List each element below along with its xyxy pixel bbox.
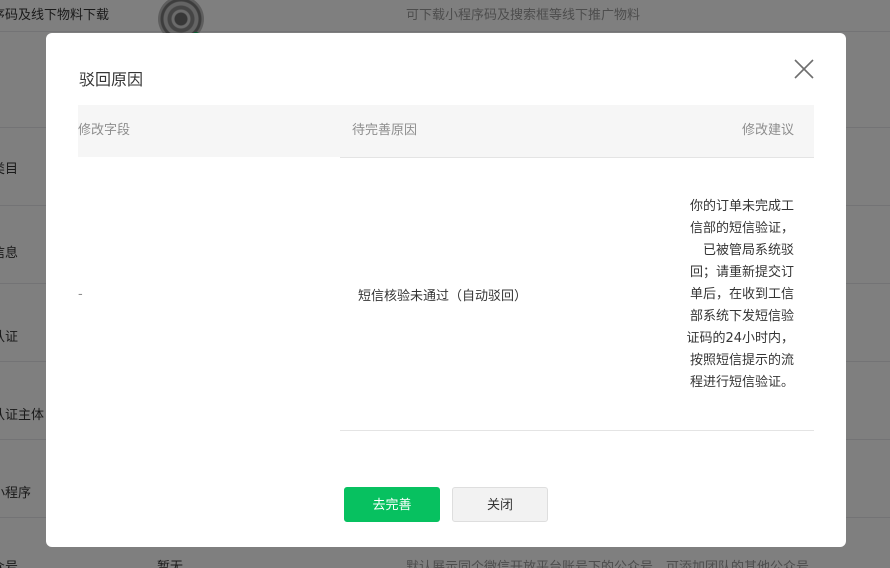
- suggestion-line: 回；请重新提交订: [689, 265, 794, 280]
- dialog-title: 驳回原因: [79, 70, 144, 89]
- table-header-reason-suggestion: 待完善原因 修改建议: [340, 105, 814, 157]
- close-dialog-button[interactable]: 关闭: [452, 487, 548, 522]
- suggestion-line: 部系统下发短信验: [689, 309, 794, 324]
- suggestion-line: 证码的24小时内，: [686, 331, 794, 346]
- header-divider: [340, 157, 814, 158]
- row-field-value: -: [78, 287, 83, 302]
- complete-button[interactable]: 去完善: [344, 487, 440, 522]
- header-field-label: 修改字段: [78, 123, 131, 138]
- page: 序码及线下物料下载 可下载小程序码及搜索框等线下推广物料 类目 信息 认证 认证…: [0, 0, 890, 568]
- suggestion-line: 信部的短信验证，: [689, 221, 794, 236]
- close-button[interactable]: [792, 57, 816, 81]
- suggestion-line: 按照短信提示的流: [689, 353, 794, 368]
- table-header-field: 修改字段: [78, 105, 340, 157]
- row-suggestion-value: 你的订单未完成工 信部的短信验证， 已被管局系统驳 回；请重新提交订 单后，在收…: [676, 196, 794, 394]
- suggestion-line: 程进行短信验证。: [689, 375, 794, 390]
- suggestion-line: 你的订单未完成工: [689, 199, 794, 214]
- reject-reason-dialog: 驳回原因 修改字段 待完善原因 修改建议 - 短信核验未通过（自动驳回） 你的订…: [46, 33, 846, 547]
- suggestion-line: 单后，在收到工信: [689, 287, 794, 302]
- header-suggestion-label: 修改建议: [741, 123, 794, 138]
- close-icon: [794, 59, 814, 79]
- header-reason-label: 待完善原因: [352, 123, 418, 138]
- row-divider: [340, 430, 814, 431]
- suggestion-line: 已被管局系统驳: [702, 243, 794, 258]
- row-reason-value: 短信核验未通过（自动驳回）: [358, 289, 528, 304]
